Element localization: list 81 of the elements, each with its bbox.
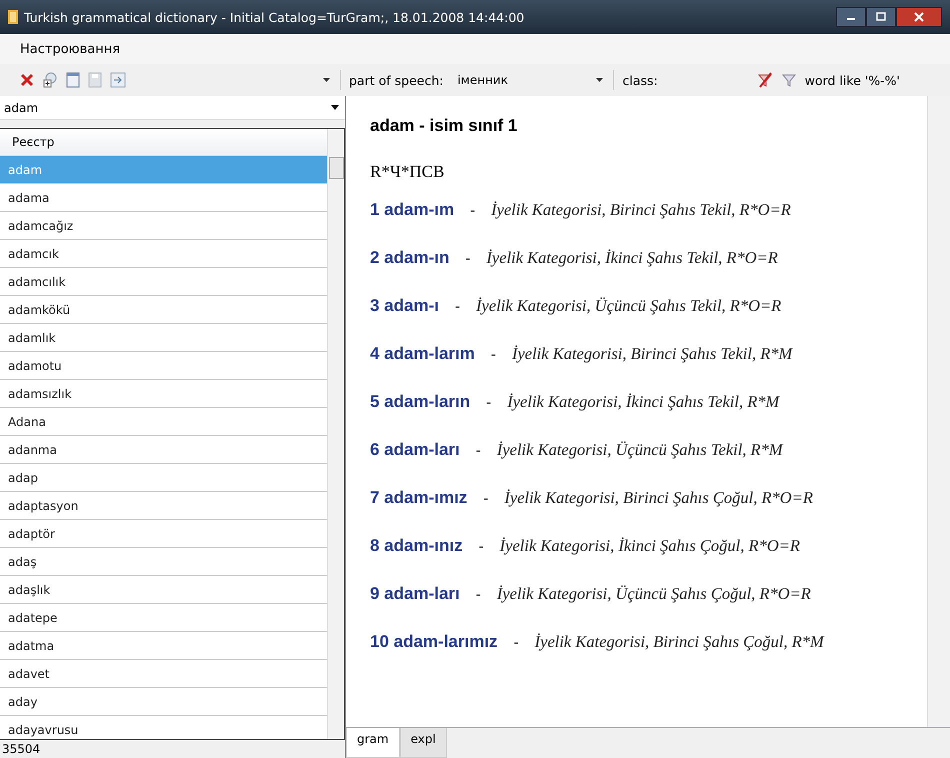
list-item[interactable]: adamsızlık [0, 380, 327, 408]
scrollbar[interactable] [927, 96, 950, 727]
caret-icon [331, 105, 339, 110]
entry-code: R*Ч*ПСВ [370, 162, 446, 183]
word-form: 10 adam-larımız [370, 632, 498, 652]
list-item[interactable]: Adana [0, 408, 327, 436]
maximize-icon [875, 12, 887, 22]
close-button[interactable] [896, 7, 942, 27]
dash: - [476, 443, 481, 459]
word-form: 9 adam-ları [370, 584, 460, 604]
word-form: 2 adam-ın [370, 248, 450, 268]
class-label: class: [622, 72, 658, 88]
form-description: İyelik Kategorisi, Üçüncü Şahıs Tekil, R*M [496, 440, 783, 460]
word-form: 4 adam-larım [370, 344, 475, 364]
word-form: 6 adam-ları [370, 440, 460, 460]
list-item[interactable]: adamcık [0, 240, 327, 268]
scrollbar[interactable] [327, 129, 344, 740]
tab[interactable]: expl [400, 728, 447, 758]
dash: - [454, 299, 460, 315]
word-combo[interactable]: adam [0, 96, 345, 120]
list-item[interactable]: adamotu [0, 352, 327, 380]
save-icon[interactable] [88, 72, 102, 88]
dash: - [483, 491, 488, 507]
form-description: İyelik Kategorisi, Birinci Şahıs Tekil, R*M [512, 344, 792, 364]
filter-icon[interactable] [780, 72, 797, 88]
form-description: İyelik Kategorisi, Üçüncü Şahıs Çoğul, R*O=R [496, 584, 811, 604]
close-icon [913, 12, 925, 22]
entry-heading: adam - isim sınıf 1 [370, 116, 518, 137]
add-icon[interactable] [42, 72, 58, 88]
menu-item[interactable]: Настроювання [20, 42, 120, 56]
maximize-button[interactable] [866, 7, 896, 27]
list-item[interactable]: adamcılık [0, 268, 327, 296]
form-description: İyelik Kategorisi, Birinci Şahıs Çoğul, R*M [534, 632, 824, 652]
word-form: 3 adam-ı [370, 296, 439, 316]
combo-value: adam [4, 100, 38, 115]
document-icon[interactable] [66, 72, 80, 88]
list-item[interactable]: adamlık [0, 324, 327, 352]
import-icon[interactable] [110, 72, 126, 88]
window-title: Turkish grammatical dictionary - Initial Catalog=TurGram;, 18.01.2008 14:44:00 [24, 10, 524, 24]
word-form: 1 adam-ım [370, 200, 454, 220]
list-item[interactable]: adaşlık [0, 576, 327, 604]
list-item[interactable]: adatepe [0, 604, 327, 632]
form-description: İyelik Kategorisi, İkinci Şahıs Çoğul, R*O=R [500, 536, 800, 556]
status-text: 35504 [1, 741, 42, 758]
form-description: İyelik Kategorisi, Birinci Şahıs Çoğul, R*O=R [504, 488, 813, 508]
word-form: 5 adam-ların [370, 392, 470, 412]
list-item[interactable]: adaptör [0, 520, 327, 548]
part-of-speech-label: part of speech: [349, 72, 444, 88]
delete-icon[interactable] [20, 73, 34, 87]
tab[interactable]: gram [346, 728, 400, 758]
dash: - [476, 587, 481, 603]
dash: - [465, 251, 470, 267]
word-form: 7 adam-ımız [370, 488, 468, 508]
dash: - [490, 347, 496, 363]
form-description: İyelik Kategorisi, İkinci Şahıs Tekil, R*M [507, 392, 780, 412]
filter-off-icon[interactable] [756, 72, 773, 88]
app-icon [8, 10, 18, 24]
list-item[interactable]: adamcağız [0, 212, 327, 240]
list-item[interactable]: adap [0, 464, 327, 492]
list-item[interactable]: aday [0, 688, 327, 716]
dropdown-value: іменник [457, 73, 508, 87]
list-item[interactable]: adamkökü [0, 296, 327, 324]
list-item[interactable]: adaptasyon [0, 492, 327, 520]
filter-label: word like '%-%' [804, 72, 900, 88]
form-description: İyelik Kategorisi, İkinci Şahıs Tekil, R*O=R [486, 248, 778, 268]
list-item[interactable]: adaş [0, 548, 327, 576]
list-item[interactable]: adanma [0, 436, 327, 464]
caret-icon [596, 78, 604, 82]
list-item[interactable]: adavet [0, 660, 327, 688]
form-description: İyelik Kategorisi, Üçüncü Şahıs Tekil, R*O=R [476, 296, 782, 316]
dash: - [478, 539, 484, 555]
part-of-speech-dropdown[interactable]: іменник [451, 70, 606, 90]
form-description: İyelik Kategorisi, Birinci Şahıs Tekil, R*O=R [491, 200, 791, 220]
minimize-button[interactable] [836, 7, 866, 27]
dash: - [486, 395, 492, 411]
caret-icon [323, 78, 330, 82]
list-item[interactable]: adatma [0, 632, 327, 660]
list-item[interactable]: adama [0, 184, 327, 212]
dash: - [514, 635, 519, 651]
word-form: 8 adam-ınız [370, 536, 463, 556]
dash: - [470, 203, 476, 219]
